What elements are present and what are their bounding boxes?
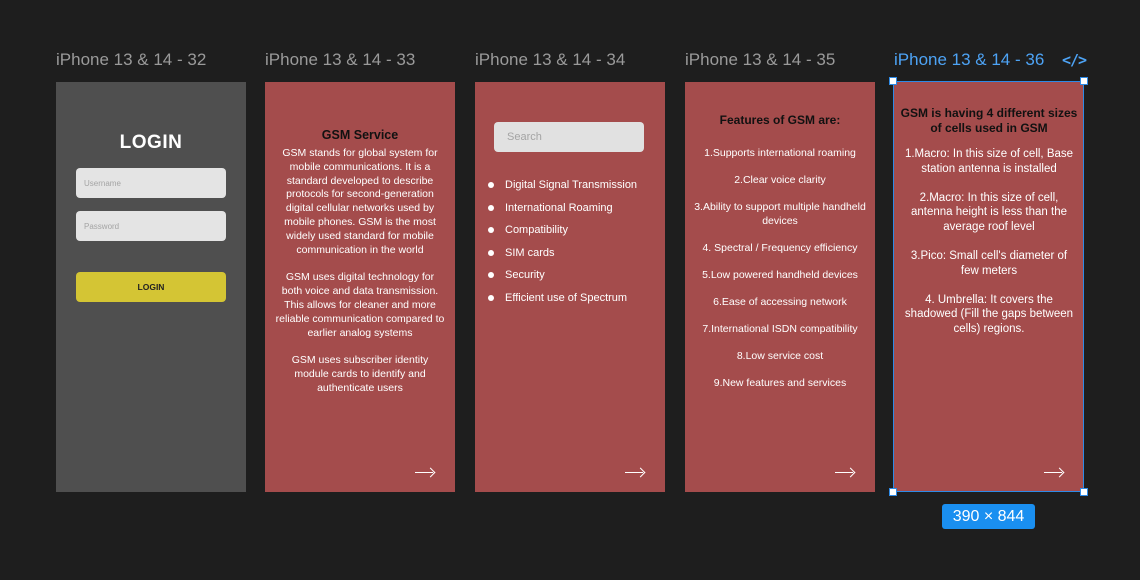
feature-item: 1.Supports international roaming [704,147,856,159]
frame-gsm-service[interactable]: GSM Service GSM stands for global system… [265,82,455,492]
long-right-arrow-icon[interactable] [415,468,435,478]
frame-features[interactable]: Features of GSM are: 1.Supports internat… [685,82,875,492]
features-title: Features of GSM are: [719,113,841,127]
long-right-arrow-icon[interactable] [835,468,855,478]
frame-title-33[interactable]: iPhone 13 & 14 - 33 [265,50,415,70]
frame-title-36[interactable]: iPhone 13 & 14 - 36 [894,50,1044,70]
cell-item: 4. Umbrella: It covers the shadowed (Fil… [904,293,1074,335]
resize-handle-bottom-right[interactable] [1080,488,1088,496]
cell-sizes-title: GSM is having 4 different sizes of cells… [900,106,1078,135]
list-item[interactable]: Efficient use of Spectrum [487,291,637,314]
login-title: LOGIN [119,132,183,153]
bullet-icon [488,272,494,278]
cell-sizes-list: 1.Macro: In this size of cell, Base stat… [902,147,1076,351]
gsm-service-text: GSM stands for global system for mobile … [275,147,445,410]
feature-item: 8.Low service cost [736,349,824,362]
search-input[interactable] [494,122,644,152]
frame-title-35[interactable]: iPhone 13 & 14 - 35 [685,50,835,70]
list-item[interactable]: Compatibility [487,223,637,246]
username-input[interactable] [76,168,226,198]
cell-item: 2.Macro: In this size of cell, antenna h… [910,191,1067,233]
resize-handle-bottom-left[interactable] [889,488,897,496]
long-right-arrow-icon[interactable] [1044,468,1064,478]
bullet-icon [488,249,494,256]
password-input[interactable] [76,211,226,241]
resize-handle-top-right[interactable] [1080,77,1088,85]
frame-cell-sizes[interactable]: GSM is having 4 different sizes of cells… [894,82,1084,492]
cell-item: 1.Macro: In this size of cell, Base stat… [904,148,1074,175]
gsm-service-paragraph: GSM uses digital technology for both voi… [275,271,445,339]
frame-title-32[interactable]: iPhone 13 & 14 - 32 [56,50,206,70]
list-item[interactable]: Digital Signal Transmission [487,178,637,201]
feature-item: 2.Clear voice clarity [734,174,826,186]
bullet-icon [488,204,494,211]
feature-item: 3.Ability to support multiple handheld d… [694,201,866,227]
feature-item: 6.Ease of accessing network [713,295,847,308]
frame-login[interactable]: LOGIN LOGIN [56,82,246,492]
feature-item: 9.New features and services [713,376,847,389]
list-item[interactable]: SIM cards [487,246,637,269]
feature-item: 5.Low powered handheld devices [702,268,858,281]
gsm-service-title: GSM Service [321,128,399,142]
code-brackets-icon[interactable]: </> [1062,51,1087,69]
cell-item: 3.Pico: Small cell's diameter of few met… [910,249,1068,277]
gsm-service-paragraph: GSM stands for global system for mobile … [282,147,438,256]
frame-size-badge: 390 × 844 [942,504,1035,529]
bullet-icon [488,182,494,188]
list-item[interactable]: Security [487,268,637,291]
long-right-arrow-icon[interactable] [625,468,645,478]
feature-item: 7.International ISDN compatibility [702,322,858,335]
frame-title-34[interactable]: iPhone 13 & 14 - 34 [475,50,625,70]
login-button[interactable]: LOGIN [76,272,226,302]
bullet-icon [488,227,494,233]
topic-list: Digital Signal Transmission Internationa… [487,178,637,313]
feature-item: 4. Spectral / Frequency efficiency [702,241,858,254]
gsm-service-paragraph: GSM uses subscriber identity module card… [291,354,429,394]
frame-search-list[interactable]: Digital Signal Transmission Internationa… [475,82,665,492]
resize-handle-top-left[interactable] [889,77,897,85]
bullet-icon [488,294,494,301]
list-item[interactable]: International Roaming [487,201,637,224]
features-list: 1.Supports international roaming 2.Clear… [693,147,867,404]
